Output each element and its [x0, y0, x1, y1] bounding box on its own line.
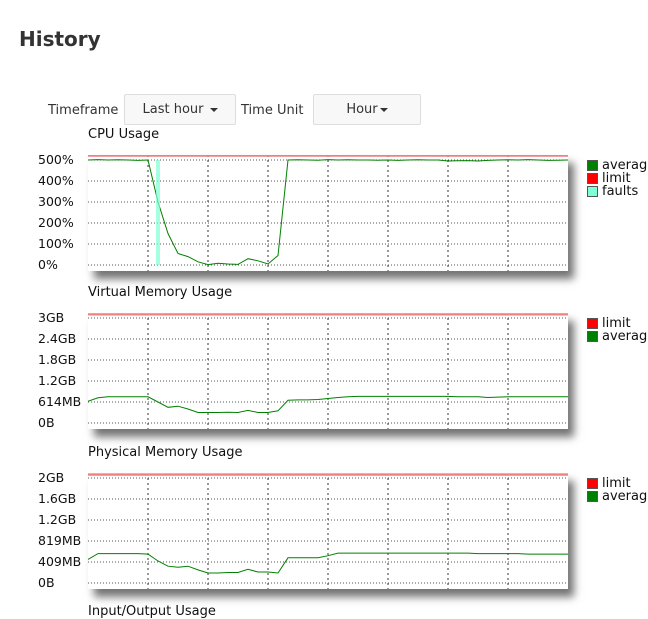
legend-virtual-memory: limitaverage: [587, 317, 648, 343]
y-tick-label: 409MB: [38, 554, 82, 569]
y-tick-label: 0%: [38, 257, 58, 272]
plot-area-cpu: [88, 155, 568, 271]
legend-label: faults: [602, 184, 639, 199]
legend-swatch: [587, 160, 598, 171]
timeunit-label: Time Unit: [241, 103, 304, 118]
caret-down-icon: [209, 107, 218, 112]
timeframe-value: Last hour: [142, 102, 204, 117]
timeunit-value: Hour: [346, 102, 378, 117]
timeunit-dropdown[interactable]: Hour: [313, 94, 421, 125]
chart-title-virtual-memory: Virtual Memory Usage: [88, 285, 233, 300]
y-tick-label: 200%: [38, 215, 74, 230]
y-tick-label: 500%: [38, 152, 74, 167]
legend-label: average: [602, 489, 648, 504]
y-tick-label: 100%: [38, 236, 74, 251]
legend-swatch: [587, 331, 598, 342]
y-tick-label: 2.4GB: [38, 331, 77, 346]
y-tick-label: 1.6GB: [38, 491, 77, 506]
timeframe-dropdown[interactable]: Last hour: [124, 94, 236, 125]
y-tick-label: 614MB: [38, 394, 82, 409]
legend-swatch: [587, 318, 598, 329]
y-tick-label: 3GB: [38, 310, 65, 325]
legend-swatch: [587, 173, 598, 184]
y-tick-label: 819MB: [38, 533, 82, 548]
legend-item-faults: faults: [587, 185, 648, 198]
chart-title-cpu: CPU Usage: [88, 127, 160, 142]
plot-area-physical-memory: [88, 473, 568, 589]
y-tick-label: 400%: [38, 173, 74, 188]
chart-title-io: Input/Output Usage: [88, 604, 216, 619]
legend-item-average: average: [587, 490, 648, 503]
legend-item-average: average: [587, 330, 648, 343]
timeframe-label: Timeframe: [48, 103, 119, 118]
caret-down-icon: [379, 107, 388, 112]
faults-bar: [156, 160, 160, 265]
legend-label: average: [602, 329, 648, 344]
legend-cpu: averagelimitfaults: [587, 159, 648, 198]
legend-physical-memory: limitaverage: [587, 477, 648, 503]
legend-swatch: [587, 478, 598, 489]
plot-area-virtual-memory: [88, 313, 568, 429]
chart-svg: [88, 313, 568, 429]
y-tick-label: 2GB: [38, 470, 65, 485]
chart-svg: [88, 155, 568, 271]
y-tick-label: 1.8GB: [38, 352, 77, 367]
chart-title-physical-memory: Physical Memory Usage: [88, 445, 243, 460]
legend-swatch: [587, 186, 598, 197]
y-tick-label: 300%: [38, 194, 74, 209]
chart-svg: [88, 473, 568, 589]
page-title: History: [19, 27, 101, 51]
y-tick-label: 1.2GB: [38, 512, 77, 527]
y-tick-label: 0B: [38, 415, 55, 430]
y-tick-label: 1.2GB: [38, 373, 77, 388]
legend-swatch: [587, 491, 598, 502]
y-tick-label: 0B: [38, 575, 55, 590]
